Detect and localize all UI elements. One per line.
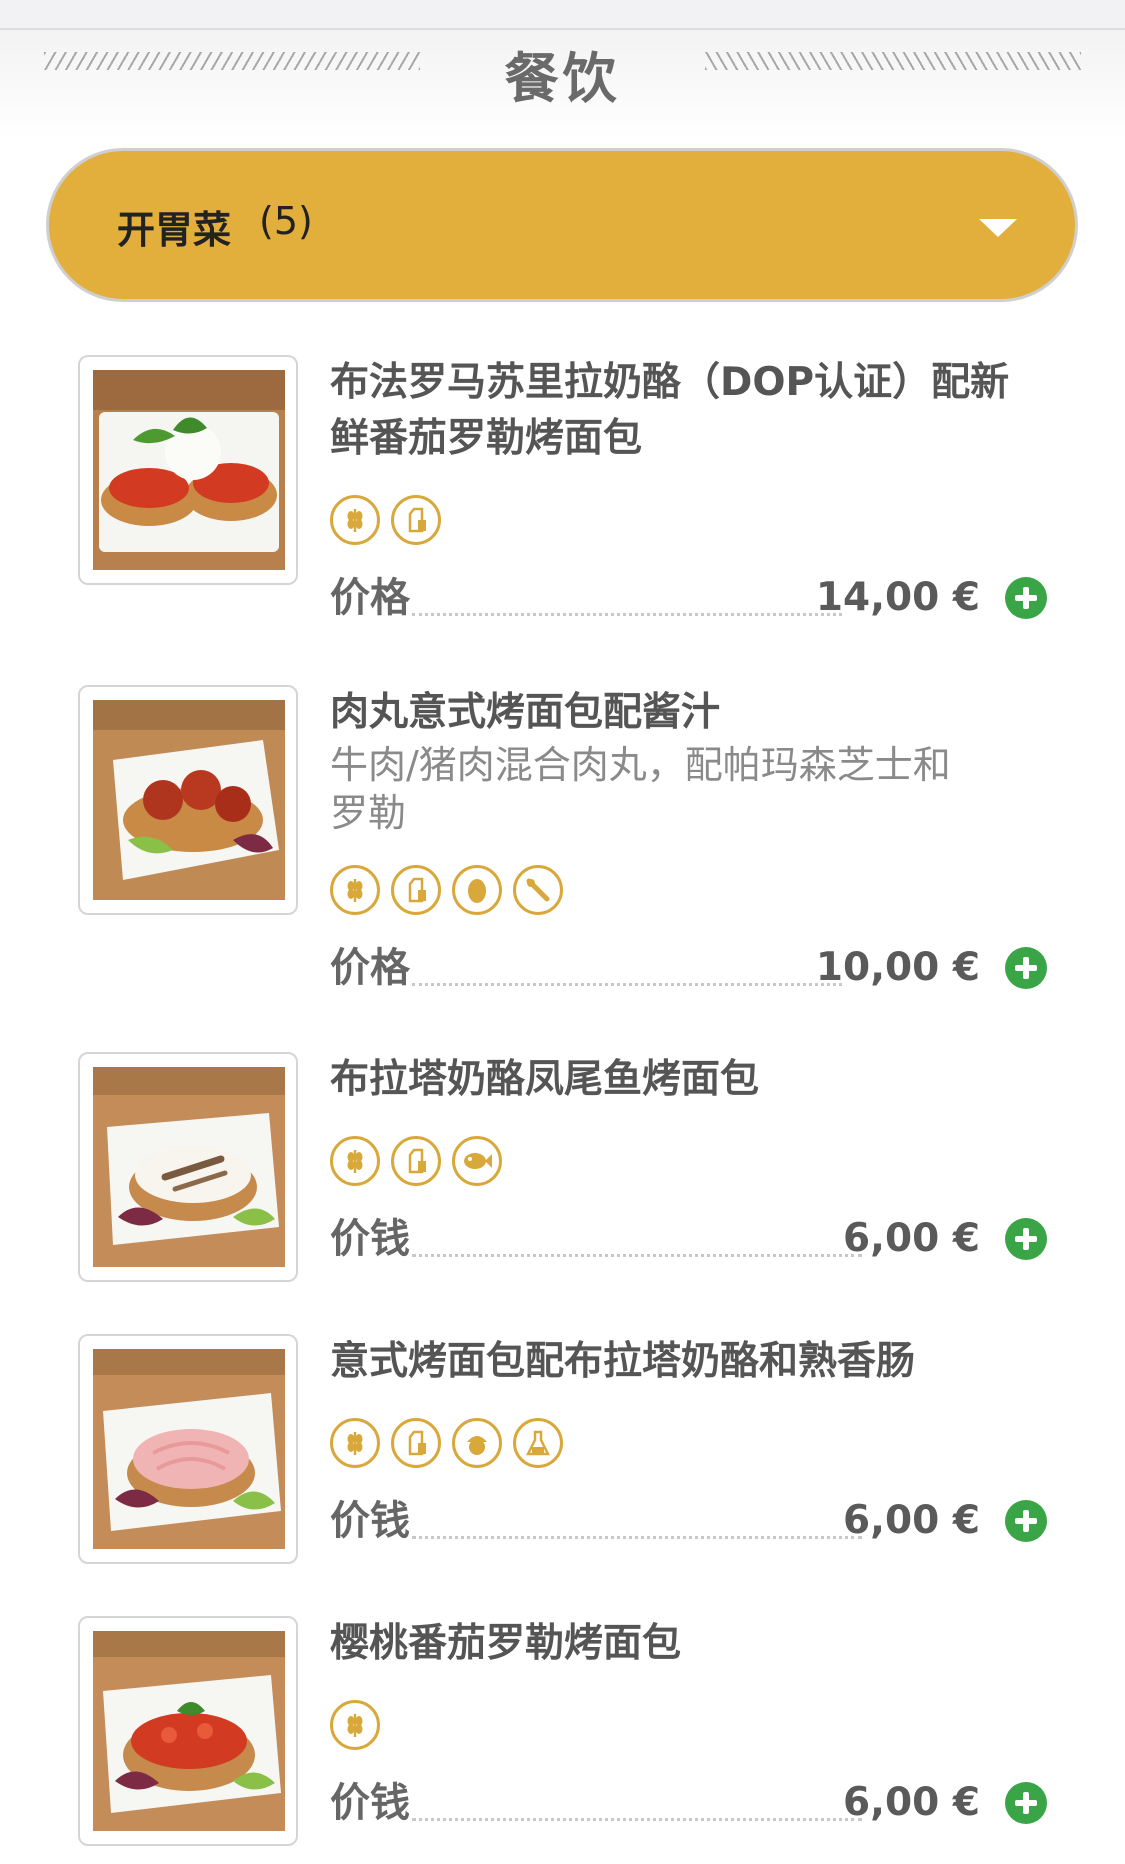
add-to-order-button[interactable] (1005, 1500, 1047, 1542)
nuts-icon (452, 1418, 502, 1468)
dish-thumbnail[interactable] (78, 1616, 298, 1846)
dish-price: 14,00 € (815, 575, 980, 620)
dish-photo (93, 1349, 285, 1549)
price-label: 价钱 (330, 1498, 410, 1544)
milk-icon (391, 865, 441, 915)
fish-icon (452, 1136, 502, 1186)
dish-photo (93, 1631, 285, 1831)
dish-name: 肉丸意式烤面包配酱汁 (330, 690, 721, 735)
chevron-down-icon (979, 219, 1017, 237)
allergen-list (330, 495, 441, 547)
milk-icon (391, 1418, 441, 1468)
allergen-list (330, 1136, 502, 1188)
price-label: 价格 (330, 945, 410, 991)
category-label: 开胃菜 (117, 208, 232, 252)
gluten-icon (330, 865, 380, 915)
gluten-icon (330, 495, 380, 545)
dish-thumbnail[interactable] (78, 685, 298, 915)
egg-icon (452, 865, 502, 915)
add-to-order-button[interactable] (1005, 577, 1047, 619)
dish-name: 布法罗马苏里拉奶酪（DOP认证）配新 (330, 360, 1010, 405)
dish-price: 6,00 € (843, 1216, 980, 1261)
category-dropdown[interactable]: 开胃菜 (5) (46, 148, 1078, 302)
dish-name: 布拉塔奶酪凤尾鱼烤面包 (330, 1057, 760, 1102)
price-leader (412, 983, 842, 986)
add-to-order-button[interactable] (1005, 947, 1047, 989)
sulphites-icon (513, 1418, 563, 1468)
price-leader (412, 613, 842, 616)
price-leader (412, 1254, 862, 1257)
dish-thumbnail[interactable] (78, 1052, 298, 1282)
dish-price: 6,00 € (843, 1780, 980, 1825)
milk-icon (391, 1136, 441, 1186)
dish-thumbnail[interactable] (78, 355, 298, 585)
allergen-list (330, 1418, 563, 1470)
dish-name: 意式烤面包配布拉塔奶酪和熟香肠 (330, 1339, 916, 1384)
gluten-icon (330, 1700, 380, 1750)
price-leader (412, 1536, 862, 1539)
dish-name: 樱桃番茄罗勒烤面包 (330, 1621, 682, 1666)
allergen-list (330, 1700, 380, 1752)
price-label: 价格 (330, 575, 410, 621)
dish-photo (93, 1067, 285, 1267)
add-to-order-button[interactable] (1005, 1218, 1047, 1260)
add-to-order-button[interactable] (1005, 1782, 1047, 1824)
status-strip (0, 0, 1125, 30)
price-leader (412, 1818, 862, 1821)
milk-icon (391, 495, 441, 545)
dish-photo (93, 700, 285, 900)
dish-price: 10,00 € (815, 945, 980, 990)
dish-photo (93, 370, 285, 570)
dish-description: 牛肉/猪肉混合肉丸，配帕玛森芝士和 (330, 743, 951, 787)
section-title: 餐饮 (504, 47, 621, 110)
category-count: (5) (259, 199, 313, 243)
allergen-list (330, 865, 563, 917)
dish-name-line2: 鲜番茄罗勒烤面包 (330, 416, 643, 461)
celery-icon (513, 865, 563, 915)
gluten-icon (330, 1418, 380, 1468)
dish-thumbnail[interactable] (78, 1334, 298, 1564)
dish-description-line2: 罗勒 (330, 791, 407, 835)
price-label: 价钱 (330, 1780, 410, 1826)
gluten-icon (330, 1136, 380, 1186)
price-label: 价钱 (330, 1216, 410, 1262)
dish-price: 6,00 € (843, 1498, 980, 1543)
